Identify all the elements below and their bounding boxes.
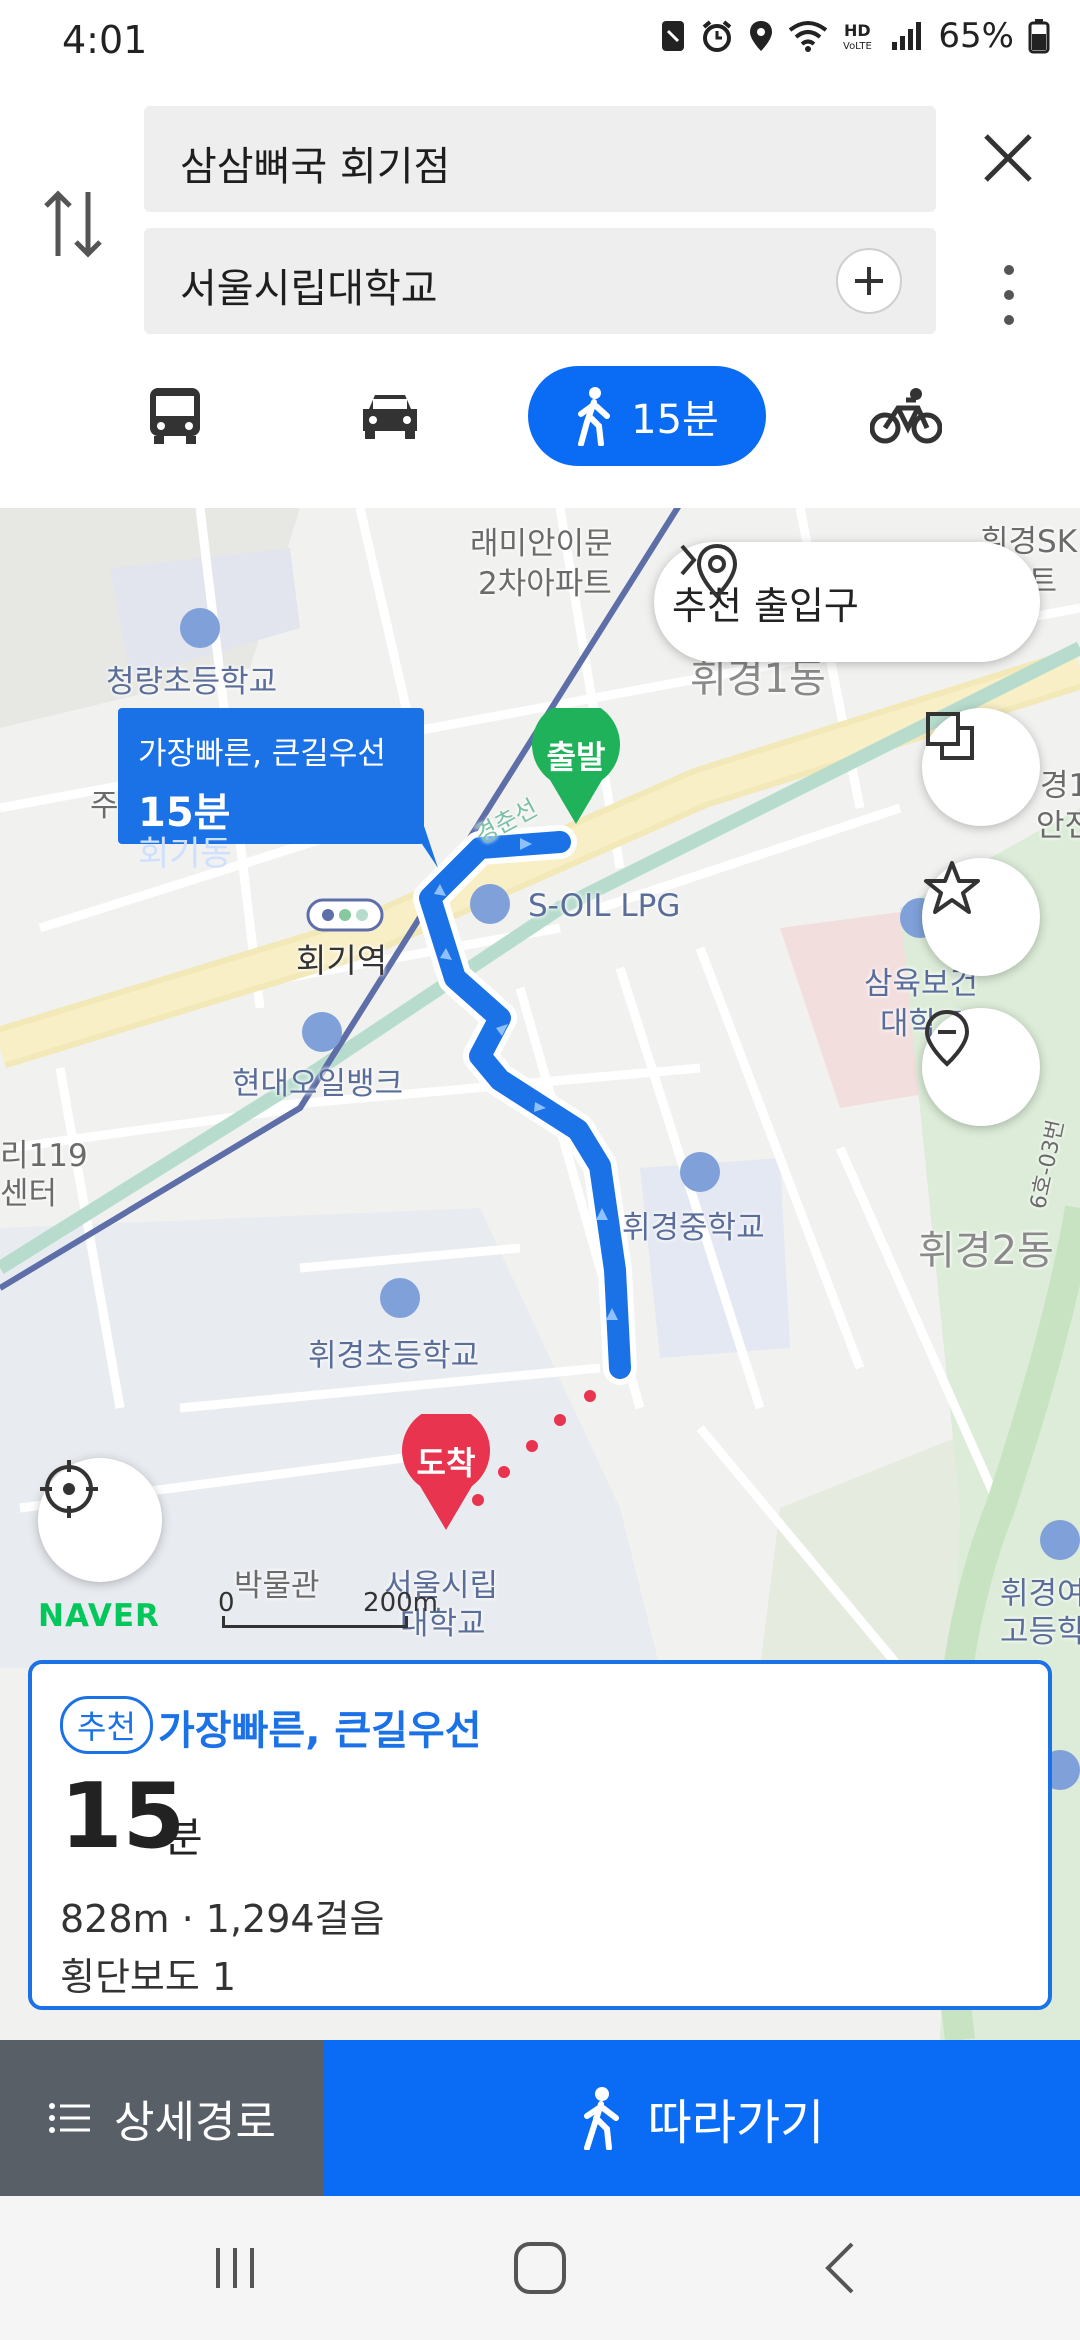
swap-arrows-icon	[44, 190, 102, 258]
close-button[interactable]	[980, 130, 1036, 186]
more-vertical-icon	[1004, 265, 1014, 325]
tab-bus[interactable]	[130, 366, 220, 466]
start-marker[interactable]: 출발	[530, 708, 622, 828]
transport-mode-tabs: 15분	[0, 366, 1080, 476]
map-label: 현대오일뱅크	[232, 1066, 404, 1102]
swap-button[interactable]	[38, 184, 108, 264]
map-label: 안전센	[1036, 808, 1080, 844]
scale-distance: 200m	[363, 1588, 438, 1618]
route-summary-card[interactable]: 추천 가장빠른, 큰길우선 15 분 828m · 1,294걸음 횡단보도 1	[28, 1660, 1052, 2010]
destination-input[interactable]: 서울시립대학교	[144, 228, 936, 334]
back-button[interactable]	[812, 2236, 872, 2300]
location-pin-icon	[696, 543, 738, 599]
favorite-button[interactable]	[922, 858, 1040, 976]
star-icon	[924, 861, 980, 914]
nfc-icon	[662, 21, 685, 51]
scale-zero: 0	[218, 1588, 235, 1618]
layers-icon	[926, 712, 974, 760]
follow-route-button[interactable]: 따라가기	[324, 2040, 1080, 2196]
battery-icon	[1028, 19, 1050, 54]
layers-button[interactable]	[922, 708, 1040, 826]
crosswalk-count: 횡단보도 1	[60, 1955, 237, 1999]
end-marker[interactable]: 도착	[400, 1414, 492, 1534]
bus-icon	[150, 388, 200, 444]
status-icons: HD VoLTE 65%	[660, 16, 1050, 56]
route-name: 가장빠른, 큰길우선	[158, 1708, 482, 1754]
map-scale: 0 200m	[218, 1588, 438, 1628]
close-icon	[984, 134, 1032, 182]
map-label: 청량초등학교	[106, 664, 278, 700]
tab-car[interactable]	[340, 366, 440, 466]
hd-voice-icon: HDVoLTE	[843, 21, 872, 52]
map-label: 휘경중학교	[622, 1210, 765, 1246]
bicycle-icon	[870, 388, 942, 444]
origin-text: 삼삼뼈국 회기점	[180, 144, 451, 190]
alarm-icon	[703, 20, 732, 52]
destination-text: 서울시립대학교	[180, 266, 438, 312]
add-stop-button[interactable]	[836, 248, 902, 314]
map-label: 회기역	[296, 941, 388, 980]
duration-unit: 분	[164, 1813, 203, 1862]
list-icon	[49, 2103, 91, 2133]
recommended-entrance-button[interactable]: 추천 출입구	[654, 542, 1040, 662]
detail-route-label: 상세경로	[114, 2097, 276, 2148]
battery-percent: 65%	[938, 16, 1014, 56]
status-bar: 4:01 HD VoLTE 65%	[0, 0, 1080, 84]
distance-steps: 828m · 1,294걸음	[60, 1897, 385, 1941]
start-marker-label: 출발	[546, 738, 606, 776]
map-label: 래미안이문	[470, 526, 613, 562]
signal-icon	[892, 22, 922, 50]
map-label: 휘경초등학교	[308, 1338, 480, 1374]
recommended-badge: 추천	[60, 1696, 153, 1754]
route-time-bubble[interactable]: 가장빠른, 큰길우선 15분 회기동	[118, 708, 438, 874]
chevron-right-icon	[680, 544, 697, 576]
detail-route-button[interactable]: 상세경로	[0, 2040, 324, 2196]
map-label: 경1	[1040, 768, 1080, 804]
tab-bicycle[interactable]	[866, 366, 946, 466]
more-options-button[interactable]	[996, 260, 1022, 330]
route-bubble-overlap-label: 회기동	[138, 834, 232, 874]
route-header: 삼삼뼈국 회기점 서울시립대학교 15분	[0, 84, 1080, 508]
pin-button[interactable]	[922, 1008, 1040, 1126]
crosshair-icon	[40, 1460, 98, 1518]
wifi-icon	[789, 21, 828, 52]
back-icon	[825, 2242, 854, 2294]
map-label: 휘경2동	[918, 1228, 1054, 1274]
map-label: 센터	[0, 1176, 58, 1212]
svg-text:HD: HD	[844, 21, 871, 40]
tab-walk[interactable]: 15분	[528, 366, 766, 466]
recent-apps-icon	[216, 2248, 254, 2288]
walk-icon	[578, 387, 611, 446]
location-status-icon	[750, 21, 773, 51]
follow-label: 따라가기	[647, 2095, 825, 2151]
map-label: S-OIL LPG	[528, 888, 681, 924]
home-icon	[514, 2242, 566, 2294]
plus-icon	[855, 267, 883, 295]
car-icon	[363, 395, 417, 439]
home-button[interactable]	[504, 2236, 576, 2300]
status-time: 4:01	[62, 18, 148, 62]
system-nav-bar	[0, 2196, 1080, 2340]
svg-text:VoLTE: VoLTE	[843, 41, 872, 52]
route-bubble-title: 가장빠른, 큰길우선	[138, 736, 386, 772]
recent-apps-button[interactable]	[200, 2236, 270, 2300]
end-marker-label: 도착	[416, 1444, 476, 1482]
naver-logo: NAVER	[38, 1598, 160, 1634]
map-label: 고등학	[1000, 1614, 1080, 1650]
pin-outline-icon	[924, 1009, 970, 1067]
scale-bar	[222, 1616, 408, 1628]
map-label: 2차아파트	[478, 566, 612, 602]
my-location-button[interactable]	[38, 1458, 162, 1582]
walk-time: 15분	[631, 397, 719, 443]
bubble-tail	[398, 808, 438, 868]
walk-icon	[583, 2087, 619, 2150]
origin-input[interactable]: 삼삼뼈국 회기점	[144, 106, 936, 212]
